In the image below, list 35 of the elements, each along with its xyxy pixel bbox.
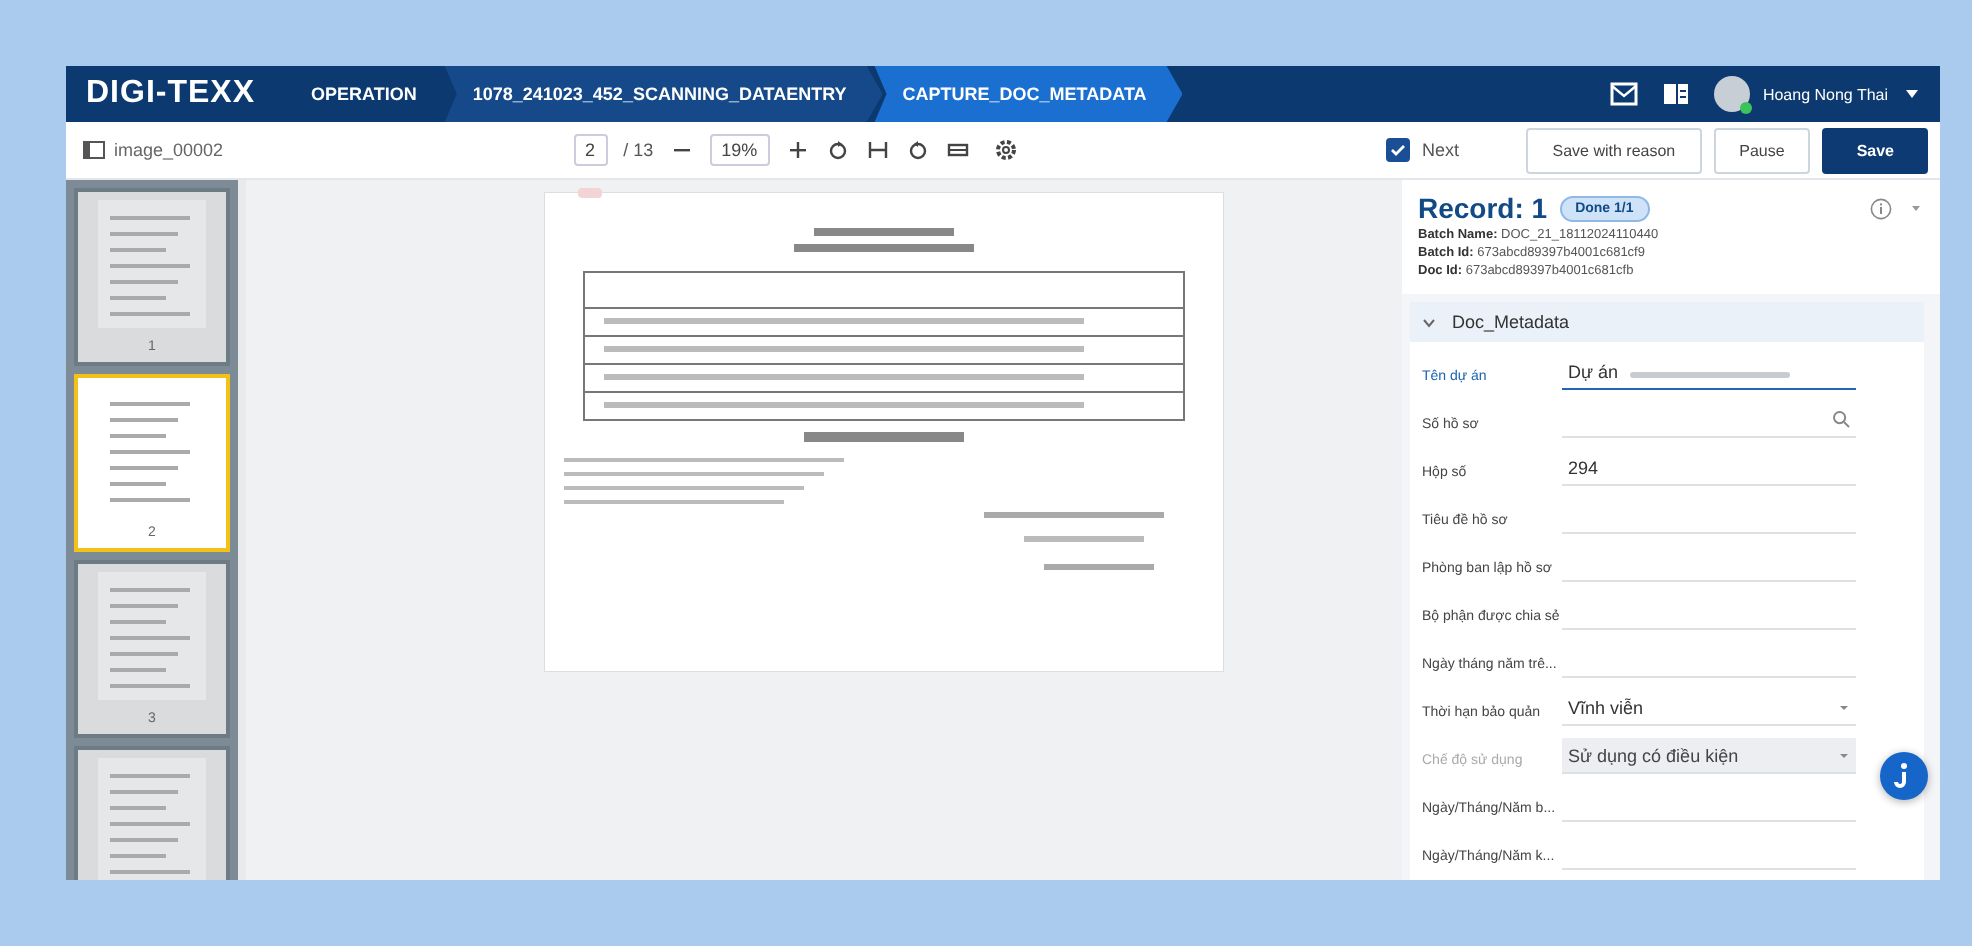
fit-page-icon[interactable]: [945, 138, 970, 162]
next-label: Next: [1422, 140, 1460, 160]
page-thumbnail[interactable]: [74, 746, 230, 880]
logo: DIGI-TEXX: [84, 76, 258, 112]
chevron-icon[interactable]: [1422, 317, 1436, 327]
action-button[interactable]: Save with reason: [1526, 127, 1702, 173]
select-field[interactable]: Vĩnh viễn: [1562, 690, 1856, 726]
caret-icon[interactable]: [1904, 88, 1920, 100]
rotate-icon[interactable]: [825, 138, 850, 162]
book-icon[interactable]: [1662, 82, 1691, 106]
breadcrumb-item[interactable]: 1078_241023_452_SCANNING_DATAENTRY: [444, 66, 883, 122]
avatar[interactable]: [1714, 76, 1751, 112]
action-button[interactable]: Pause: [1713, 127, 1811, 173]
fit-width-icon[interactable]: [865, 138, 890, 162]
mail-icon[interactable]: [1610, 82, 1639, 106]
info-icon[interactable]: [1870, 197, 1892, 219]
page-marker: [578, 188, 602, 198]
next-checkbox[interactable]: [1386, 138, 1410, 162]
breadcrumb-item[interactable]: CAPTURE_DOC_METADATA: [874, 66, 1183, 122]
rotate-icon[interactable]: [905, 138, 930, 162]
page-total: / 13: [623, 140, 654, 160]
zoom-in-icon[interactable]: [785, 138, 810, 162]
input-field[interactable]: Dự án: [1562, 354, 1856, 390]
file-name: image_00002: [114, 140, 224, 160]
sidebar-toggle-icon[interactable]: [82, 138, 106, 162]
settings-icon[interactable]: [993, 138, 1018, 162]
page-number-field[interactable]: 2: [573, 134, 608, 166]
record-title: Record: 1: [1418, 192, 1548, 224]
zoom-field[interactable]: 19%: [709, 134, 770, 166]
checkmark-icon: [1390, 142, 1406, 158]
section-title[interactable]: Doc_Metadata: [1452, 312, 1570, 332]
save-button[interactable]: Save: [1822, 127, 1928, 173]
input-field[interactable]: 294: [1562, 450, 1856, 486]
user-name[interactable]: Hoang Nong Thai: [1762, 85, 1888, 103]
search-icon[interactable]: [1832, 410, 1850, 428]
